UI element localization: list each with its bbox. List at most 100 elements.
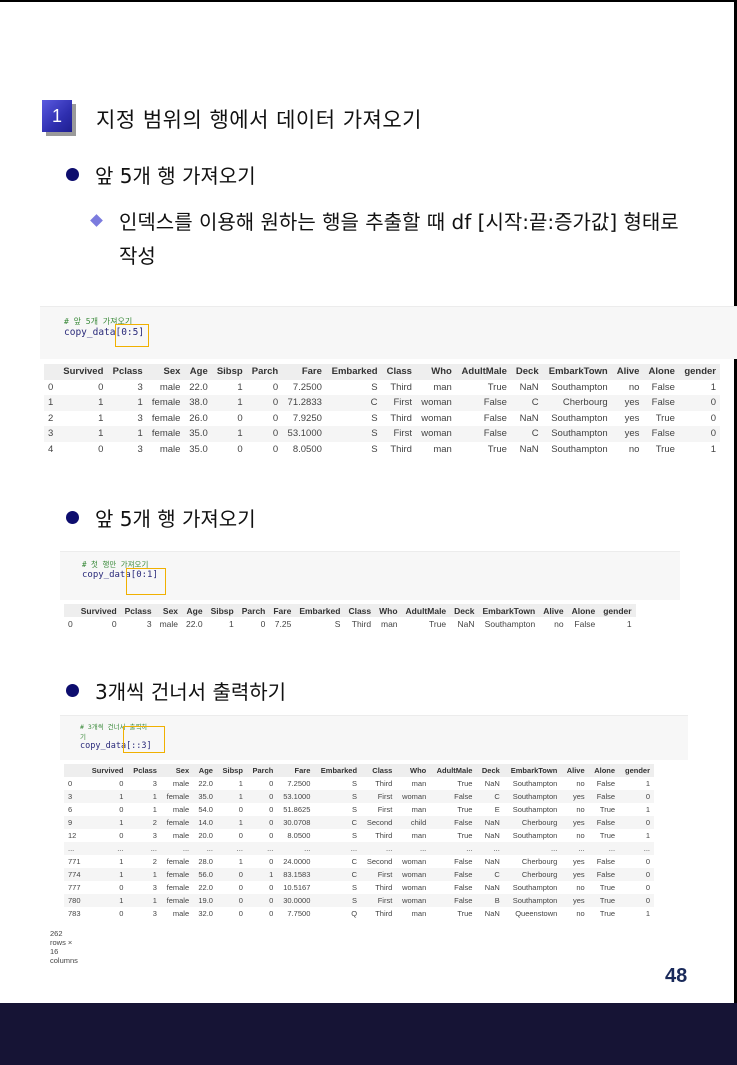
table-cell: no	[576, 779, 585, 788]
table-cell: yes	[611, 395, 644, 411]
table-cell: S	[314, 894, 362, 907]
row-index: 780	[64, 894, 86, 907]
table-row: 9 1 2 female 14.0 1 0 30.0708 C Second child False N…	[64, 816, 654, 829]
code-text: copy_data	[80, 741, 127, 751]
table-cell: True	[429, 618, 447, 629]
table-row: 0 0 3 male 22.0 1 0 7.25 S Third man True NaN Southam…	[64, 617, 636, 630]
table-cell: 0	[238, 831, 243, 840]
table-cell: True	[599, 909, 616, 918]
table-cell: female	[160, 894, 194, 907]
table-cell: ...	[85, 842, 128, 855]
column-header: Pclass	[120, 604, 156, 617]
row-index: 9	[64, 816, 86, 829]
table-cell: 2	[152, 857, 157, 866]
table-cell: NaN	[519, 412, 539, 424]
table-cell: C	[314, 816, 362, 829]
sub-bullet-text-line1: 인덱스를 이용해 원하는 행을 추출할 때 df [시작:끝:증가값] 형태로	[119, 210, 679, 234]
table-cell: 0	[237, 412, 243, 424]
table-cell: male	[172, 779, 190, 788]
table-cell: S	[352, 779, 358, 788]
table-cell: 0	[272, 412, 279, 424]
column-header: EmbarkTown	[478, 604, 540, 617]
table-cell: False	[643, 426, 679, 442]
table-cell: 0	[269, 857, 274, 866]
table-cell: no	[628, 443, 640, 455]
table-cell: 71.2833	[282, 395, 326, 411]
table-cell: ...	[193, 842, 217, 855]
row-index: 2	[48, 412, 54, 424]
table-cell: 0	[246, 426, 283, 442]
table-cell: NaN	[484, 883, 500, 892]
table-cell: 7.25	[274, 618, 292, 629]
table-cell: First	[361, 894, 397, 907]
table-cell: Southampton	[512, 883, 558, 892]
table-cell: woman	[396, 894, 431, 907]
table-cell: 1	[57, 395, 108, 411]
table-cell: child	[396, 816, 431, 829]
table-cell: 0	[269, 909, 274, 918]
column-header: Parch	[237, 604, 270, 617]
table-header-row: Survived Pclass Sex Age Sibsp Parch Fare Embark…	[44, 364, 720, 380]
diamond-bullet-icon	[90, 214, 103, 227]
table-cell: 51.8625	[283, 805, 311, 814]
table-cell: ...	[160, 842, 194, 855]
table-cell: woman	[402, 857, 427, 866]
table-cell: 28.0	[198, 857, 213, 866]
table-cell: 24.0000	[283, 857, 311, 866]
table-cell: 30.0708	[277, 816, 315, 829]
table-cell: woman	[415, 426, 456, 442]
table-cell: male	[159, 443, 181, 455]
table-cell: 0	[119, 883, 124, 892]
table-cell: 1	[645, 909, 650, 918]
table-cell: yes	[624, 412, 640, 424]
table-cell: male	[172, 909, 190, 918]
table-cell: Second	[366, 857, 393, 866]
bullet-text: 앞 5개 행 가져오기	[95, 507, 256, 531]
table-cell: False	[430, 816, 477, 829]
table-cell: 1	[229, 618, 234, 629]
bullet-item: 앞 5개 행 가져오기	[66, 160, 256, 189]
table-cell: First	[381, 426, 416, 442]
dataframe-table: Survived Pclass Sex Age Sibsp Parch Fare Embark…	[44, 364, 720, 457]
column-header: Sex	[146, 364, 185, 380]
table-cell: 0	[98, 443, 104, 455]
index-header	[44, 364, 58, 380]
table-cell: Southampton	[551, 412, 608, 424]
table-cell: S	[314, 790, 362, 803]
table-cell: S	[334, 618, 341, 629]
table-cell: Southampton	[542, 426, 612, 442]
table-cell: NaN	[476, 816, 504, 829]
table-cell: ...	[246, 842, 278, 855]
table-cell: 0	[119, 779, 124, 788]
column-header: Class	[381, 364, 416, 380]
table-cell: 0	[272, 381, 279, 393]
column-header: Alive	[611, 364, 644, 380]
table-cell: True	[599, 831, 616, 840]
row-index: 777	[68, 883, 81, 892]
table-cell: C	[510, 395, 543, 411]
column-header: Embarked	[314, 764, 362, 777]
table-cell: First	[361, 868, 397, 881]
bullet-item: 앞 5개 행 가져오기	[66, 503, 256, 532]
table-cell: 0	[269, 805, 274, 814]
table-cell: 0	[237, 443, 243, 455]
table-cell: 0	[260, 618, 266, 629]
table-cell: 0	[645, 857, 650, 866]
table-cell: ...	[277, 842, 315, 855]
bullet-item: 3개씩 건너서 출력하기	[66, 676, 286, 705]
bullet-text: 3개씩 건너서 출력하기	[95, 680, 287, 704]
column-header: Fare	[277, 764, 315, 777]
table-cell: False	[651, 381, 675, 393]
table-cell: 1	[645, 805, 650, 814]
column-header: Sibsp	[216, 764, 247, 777]
row-index: 4	[48, 443, 54, 455]
table-cell: no	[628, 381, 640, 393]
table-cell: 1	[626, 618, 632, 629]
column-header: Parch	[246, 764, 278, 777]
row-index: 12	[68, 831, 77, 840]
table-cell: Cherbourg	[542, 395, 612, 411]
table-cell: man	[433, 443, 452, 455]
table-cell: NaN	[519, 381, 539, 393]
highlight-box	[126, 568, 166, 595]
table-cell: Third	[351, 618, 372, 629]
